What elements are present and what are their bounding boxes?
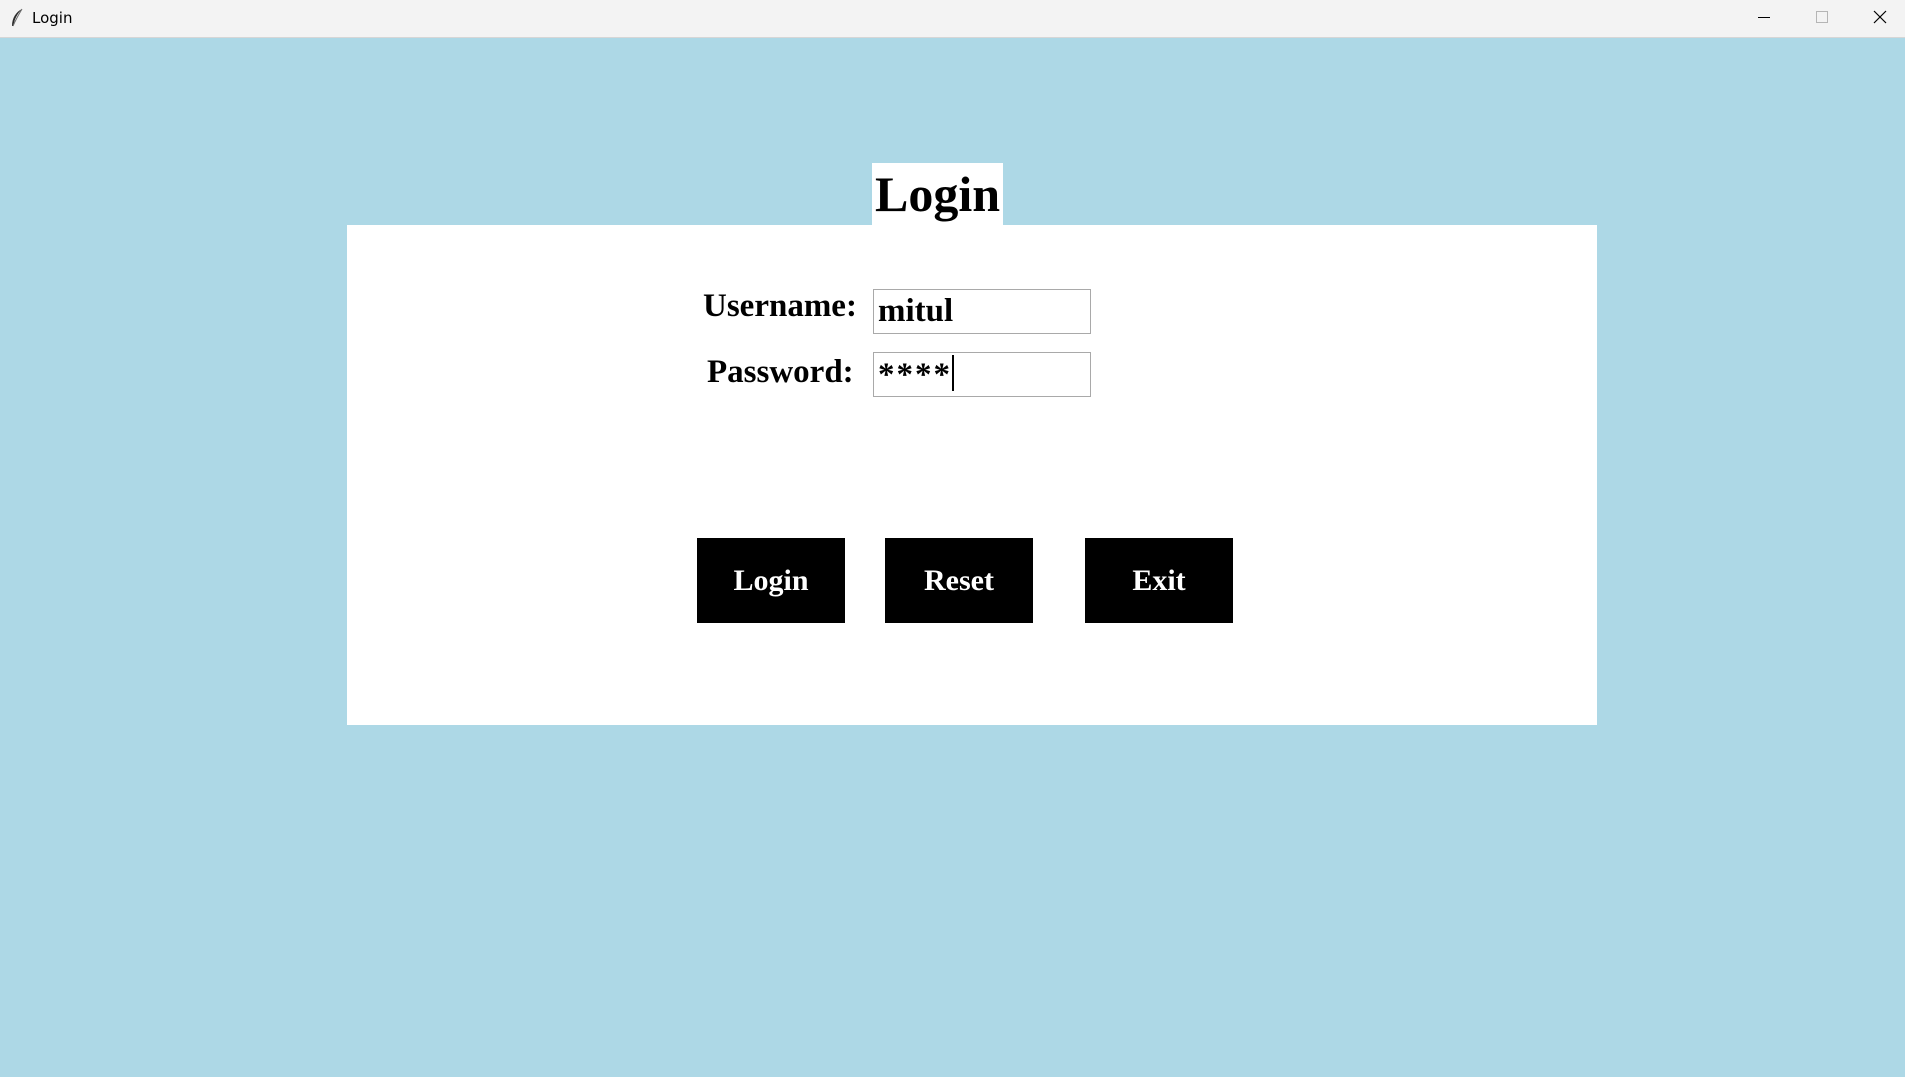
username-label: Username: <box>703 288 857 324</box>
page-title: Login <box>872 163 1003 225</box>
username-value: mitul <box>878 293 954 329</box>
login-button[interactable]: Login <box>697 538 845 623</box>
feather-icon <box>9 8 25 28</box>
close-icon <box>1873 10 1887 29</box>
login-panel: Username: mitul Password: **** Login Res… <box>347 225 1597 725</box>
text-caret <box>952 355 954 391</box>
window-titlebar: Login <box>0 0 1905 38</box>
minimize-icon <box>1757 10 1771 29</box>
close-button[interactable] <box>1851 0 1905 38</box>
window-title: Login <box>32 9 73 27</box>
reset-button[interactable]: Reset <box>885 538 1033 623</box>
username-field[interactable]: mitul <box>873 289 1091 334</box>
minimize-button[interactable] <box>1735 0 1793 38</box>
password-label: Password: <box>707 354 854 390</box>
password-value: **** <box>878 357 952 393</box>
password-field[interactable]: **** <box>873 352 1091 397</box>
maximize-button[interactable] <box>1793 0 1851 38</box>
maximize-icon <box>1815 10 1829 29</box>
exit-button[interactable]: Exit <box>1085 538 1233 623</box>
